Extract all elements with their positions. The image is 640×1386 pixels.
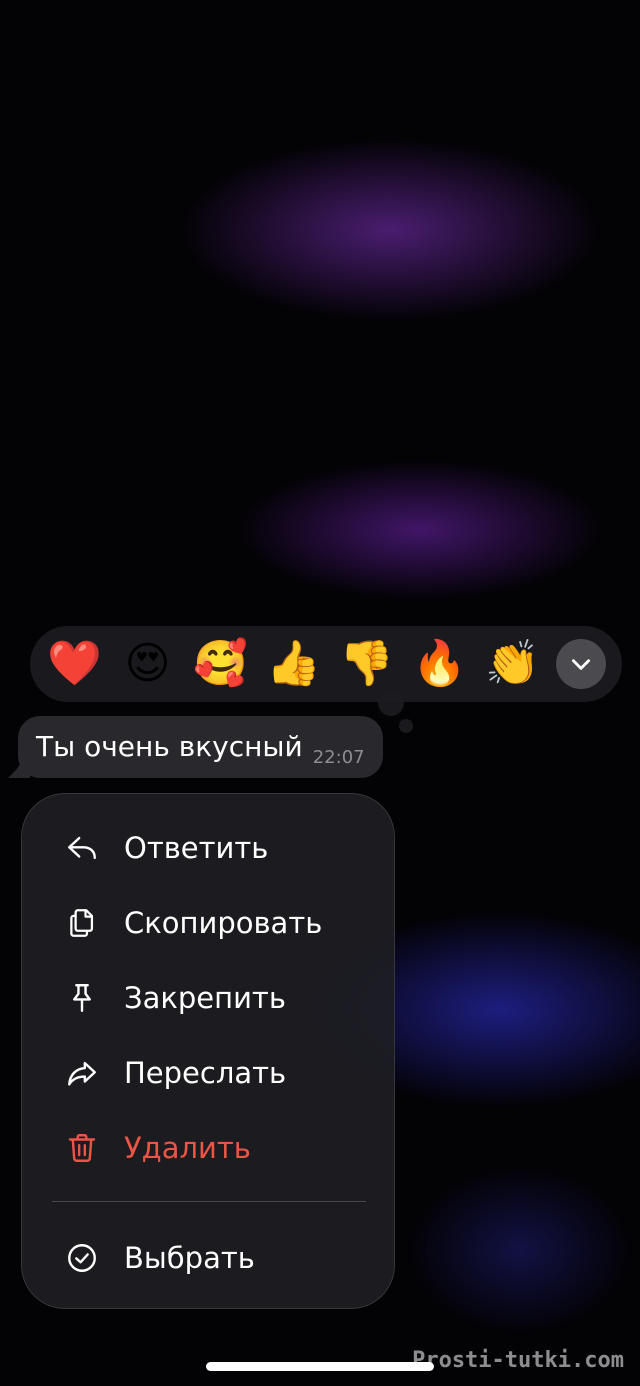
reaction-red-heart[interactable]: ❤️ — [38, 626, 111, 702]
menu-item-copy[interactable]: Скопировать — [22, 889, 394, 957]
message-text: Ты очень вкусный — [36, 730, 303, 763]
menu-item-label: Переслать — [124, 1056, 287, 1090]
menu-item-pin[interactable]: Закрепить — [22, 964, 394, 1032]
reactions-tail-dot-small — [399, 719, 413, 733]
menu-item-forward[interactable]: Переслать — [22, 1039, 394, 1107]
context-menu: Ответить Скопировать Закрепить Переслать… — [21, 793, 395, 1309]
reaction-fire[interactable]: 🔥 — [403, 626, 476, 702]
menu-item-reply[interactable]: Ответить — [22, 814, 394, 882]
menu-item-delete[interactable]: Удалить — [22, 1114, 394, 1182]
forward-icon — [64, 1055, 100, 1091]
message-time: 22:07 — [312, 747, 365, 768]
reactions-bar: ❤️ 😍 🥰 👍 👎 🔥 👏 — [30, 626, 622, 702]
copy-icon — [64, 905, 100, 941]
menu-item-label: Закрепить — [124, 981, 286, 1015]
trash-icon — [64, 1130, 100, 1166]
menu-item-select[interactable]: Выбрать — [22, 1224, 394, 1292]
reply-icon — [64, 830, 100, 866]
chevron-down-icon — [572, 659, 590, 670]
menu-item-label: Выбрать — [124, 1241, 255, 1275]
expand-reactions-button[interactable] — [556, 639, 606, 689]
reactions-tail-dot — [378, 690, 404, 716]
reaction-heart-eyes[interactable]: 😍 — [111, 626, 184, 702]
screen: ❤️ 😍 🥰 👍 👎 🔥 👏 Ты очень вкусный 22:07 От… — [0, 0, 640, 1386]
menu-item-label: Удалить — [124, 1131, 251, 1165]
check-circle-icon — [64, 1240, 100, 1276]
pin-icon — [64, 980, 100, 1016]
watermark: Prosti-tutki.com — [412, 1348, 624, 1373]
reaction-clapping-hands[interactable]: 👏 — [476, 626, 549, 702]
message-bubble[interactable]: Ты очень вкусный 22:07 — [18, 716, 383, 778]
reaction-smiling-face-with-hearts[interactable]: 🥰 — [184, 626, 257, 702]
menu-item-label: Ответить — [124, 831, 269, 865]
home-indicator[interactable] — [206, 1362, 434, 1371]
menu-divider — [52, 1201, 366, 1202]
reaction-thumbs-up[interactable]: 👍 — [257, 626, 330, 702]
menu-item-label: Скопировать — [124, 906, 323, 940]
